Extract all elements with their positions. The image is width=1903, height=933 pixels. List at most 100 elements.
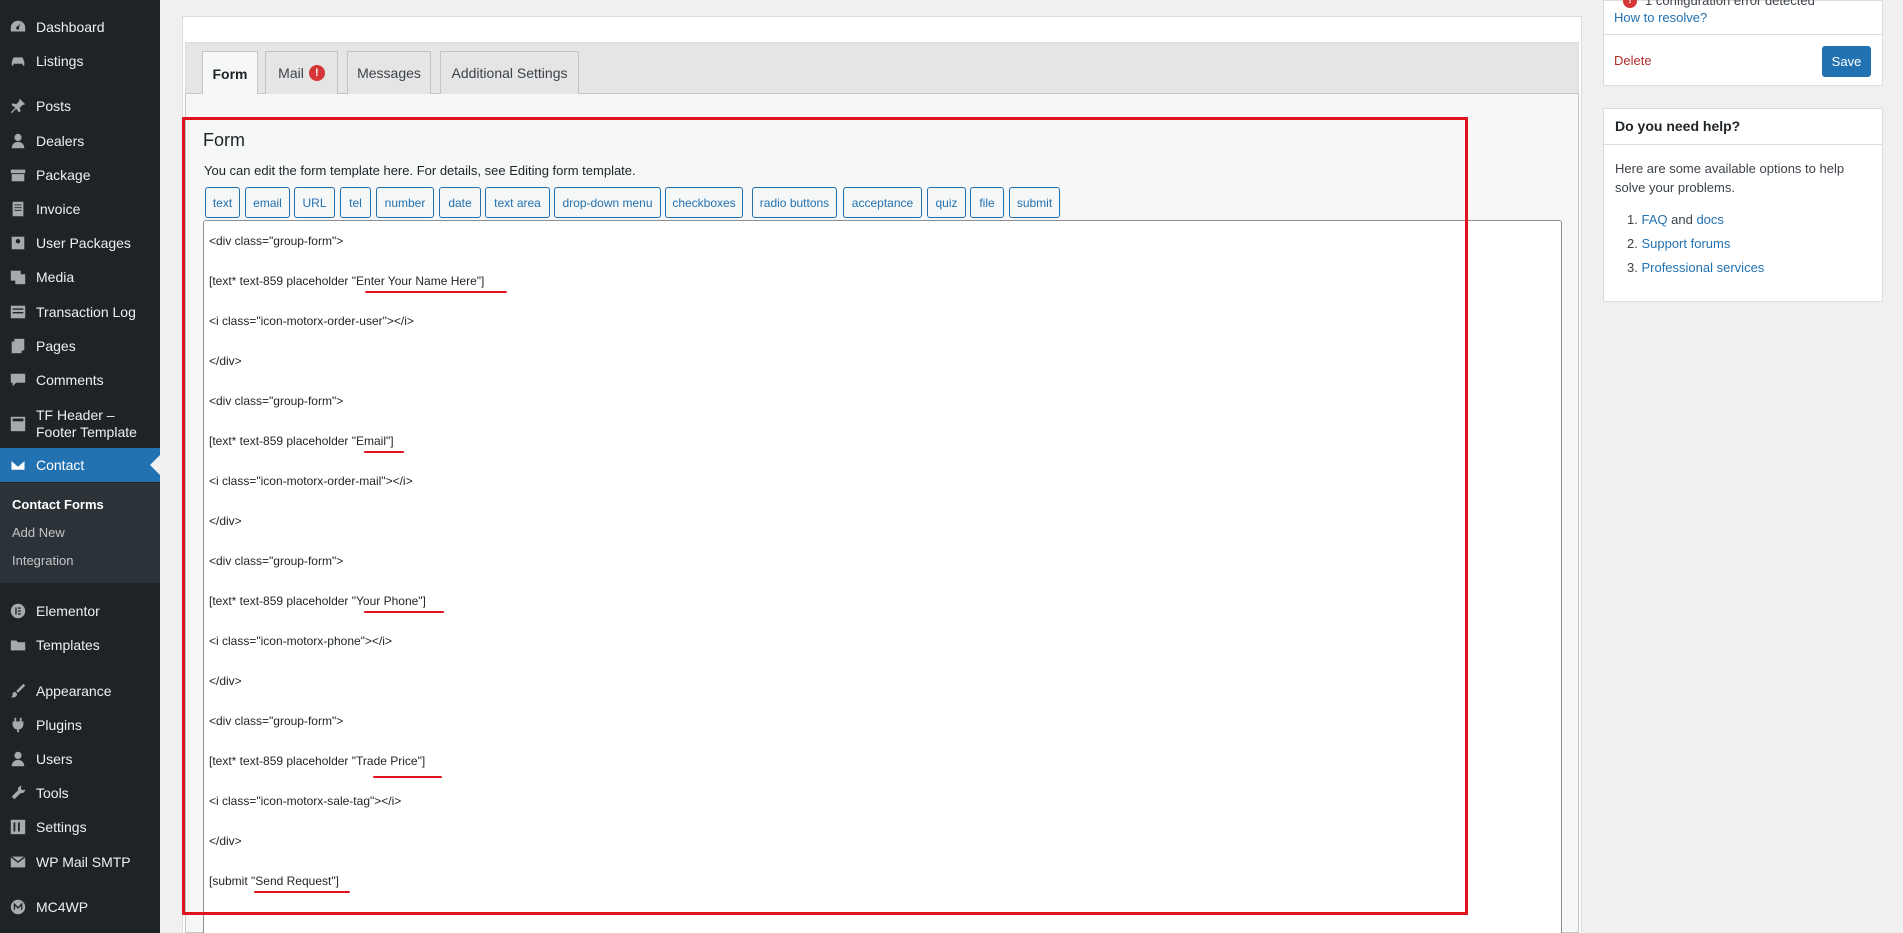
contact-submenu: Contact Forms Add New Integration xyxy=(0,483,160,583)
sidebar-item-settings[interactable]: Settings xyxy=(0,810,160,844)
form-description: You can edit the form template here. For… xyxy=(204,163,636,178)
sidebar-item-label: Pages xyxy=(36,337,76,354)
tag-button-submit[interactable]: submit xyxy=(1009,187,1060,218)
sidebar-item-label: Appearance xyxy=(36,682,112,699)
how-to-resolve-link[interactable]: How to resolve? xyxy=(1614,10,1707,25)
invoice-icon xyxy=(8,199,28,219)
dashboard-icon xyxy=(8,17,28,37)
submenu-item-add-new[interactable]: Add New xyxy=(12,525,65,540)
annotation-underline xyxy=(364,611,444,613)
sidebar-item-media[interactable]: Media xyxy=(0,260,160,294)
tag-button-radio-buttons[interactable]: radio buttons xyxy=(752,187,837,218)
sidebar-item-dashboard[interactable]: Dashboard xyxy=(0,10,160,44)
delete-link[interactable]: Delete xyxy=(1614,53,1652,68)
tag-button-date[interactable]: date xyxy=(439,187,481,218)
sidebar-item-plugins[interactable]: Plugins xyxy=(0,708,160,742)
submenu-item-integration[interactable]: Integration xyxy=(12,553,73,568)
sidebar-item-invoice[interactable]: Invoice xyxy=(0,192,160,226)
tab-additional-settings[interactable]: Additional Settings xyxy=(440,51,579,94)
tag-button-file[interactable]: file xyxy=(970,187,1004,218)
code-line: <div class="group-form"> xyxy=(209,554,344,568)
sidebar-item-label: Dashboard xyxy=(36,18,105,35)
submenu-item-contact-forms[interactable]: Contact Forms xyxy=(12,497,104,512)
professional-services-link[interactable]: Professional services xyxy=(1641,260,1764,275)
pin-icon xyxy=(8,96,28,116)
help-item: 3. Professional services xyxy=(1627,260,1764,275)
comments-icon xyxy=(8,370,28,390)
sidebar-item-tools[interactable]: Tools xyxy=(0,776,160,810)
sidebar-item-appearance[interactable]: Appearance xyxy=(0,674,160,708)
tab-mail[interactable]: Mail ! xyxy=(265,51,338,94)
code-line: </div> xyxy=(209,674,242,688)
smtp-icon xyxy=(8,852,28,872)
sidebar-item-label: MC4WP xyxy=(36,898,89,915)
tag-button-text[interactable]: text xyxy=(205,187,240,218)
help-item-number: 1. xyxy=(1627,212,1638,227)
tab-messages[interactable]: Messages xyxy=(347,51,431,94)
tag-button-acceptance[interactable]: acceptance xyxy=(843,187,922,218)
tag-button-url[interactable]: URL xyxy=(294,187,335,218)
help-item-text: and xyxy=(1671,212,1693,227)
sidebar-item-pages[interactable]: Pages xyxy=(0,329,160,363)
plugin-icon xyxy=(8,715,28,735)
sidebar-item-dealers[interactable]: Dealers xyxy=(0,124,160,158)
media-icon xyxy=(8,267,28,287)
code-line: <i class="icon-motorx-phone"></i> xyxy=(209,634,392,648)
sidebar-item-users[interactable]: Users xyxy=(0,742,160,776)
sidebar-item-label: WP Mail SMTP xyxy=(36,853,131,870)
sidebar-item-transaction-log[interactable]: Transaction Log xyxy=(0,295,160,329)
sidebar-item-listings[interactable]: Listings xyxy=(0,44,160,78)
code-line: <div class="group-form"> xyxy=(209,234,344,248)
tag-button-tel[interactable]: tel xyxy=(340,187,371,218)
code-line: <div class="group-form"> xyxy=(209,394,344,408)
sidebar-item-comments[interactable]: Comments xyxy=(0,363,160,397)
tab-label: Mail xyxy=(278,65,304,81)
tag-button-text-area[interactable]: text area xyxy=(485,187,550,218)
wrench-icon xyxy=(8,783,28,803)
pages-icon xyxy=(8,336,28,356)
sidebar-item-label: Listings xyxy=(36,52,84,69)
sidebar-item-mc4wp[interactable]: MC4WP xyxy=(0,890,160,924)
code-line: </div> xyxy=(209,354,242,368)
save-button[interactable]: Save xyxy=(1822,46,1871,77)
tag-button-email[interactable]: email xyxy=(245,187,290,218)
tab-form[interactable]: Form xyxy=(202,51,258,95)
code-line: <i class="icon-motorx-sale-tag"></i> xyxy=(209,794,402,808)
form-section-title: Form xyxy=(203,130,245,150)
help-text: Here are some available options to help … xyxy=(1615,161,1845,195)
sidebar-item-contact[interactable]: Contact xyxy=(0,448,160,482)
code-line: [text* text-859 placeholder "Enter Your … xyxy=(209,274,485,288)
sidebar-item-label: Invoice xyxy=(36,200,81,217)
tag-button-drop-down-menu[interactable]: drop-down menu xyxy=(554,187,661,218)
tab-label: Additional Settings xyxy=(451,65,568,81)
brush-icon xyxy=(8,681,28,701)
sidebar-item-package[interactable]: Package xyxy=(0,158,160,192)
folder-icon xyxy=(8,635,28,655)
code-line: [text* text-859 placeholder "Your Phone"… xyxy=(209,594,426,608)
warning-icon: ! xyxy=(308,65,325,81)
tag-button-checkboxes[interactable]: checkboxes xyxy=(665,187,743,218)
sidebar-item-user-packages[interactable]: User Packages xyxy=(0,226,160,260)
user-icon xyxy=(8,131,28,151)
sidebar-item-wp-mail-smtp[interactable]: WP Mail SMTP xyxy=(0,845,160,879)
tag-button-quiz[interactable]: quiz xyxy=(927,187,966,218)
package-icon xyxy=(8,165,28,185)
tab-label: Messages xyxy=(357,65,421,81)
mc4wp-icon xyxy=(8,897,28,917)
sidebar-item-label: Media xyxy=(36,268,75,285)
docs-link[interactable]: docs xyxy=(1696,212,1723,227)
sidebar-item-elementor[interactable]: Elementor xyxy=(0,594,160,628)
sidebar-item-tf-header-footer[interactable]: TF Header – Footer Template xyxy=(0,404,160,444)
code-line: <i class="icon-motorx-order-mail"></i> xyxy=(209,474,413,488)
sidebar-item-posts[interactable]: Posts xyxy=(0,89,160,123)
sidebar-item-label: TF Header – Footer Template xyxy=(36,407,137,440)
config-error-text: 1 configuration error detected xyxy=(1645,0,1815,8)
sidebar-item-templates[interactable]: Templates xyxy=(0,628,160,662)
code-line: <div class="group-form"> xyxy=(209,714,344,728)
support-forums-link[interactable]: Support forums xyxy=(1641,236,1730,251)
sidebar-item-label: Contact xyxy=(36,456,85,473)
faq-link[interactable]: FAQ xyxy=(1641,212,1667,227)
code-line: [text* text-859 placeholder "Email"] xyxy=(209,434,394,448)
sidebar-item-label: Elementor xyxy=(36,602,100,619)
tag-button-number[interactable]: number xyxy=(376,187,434,218)
